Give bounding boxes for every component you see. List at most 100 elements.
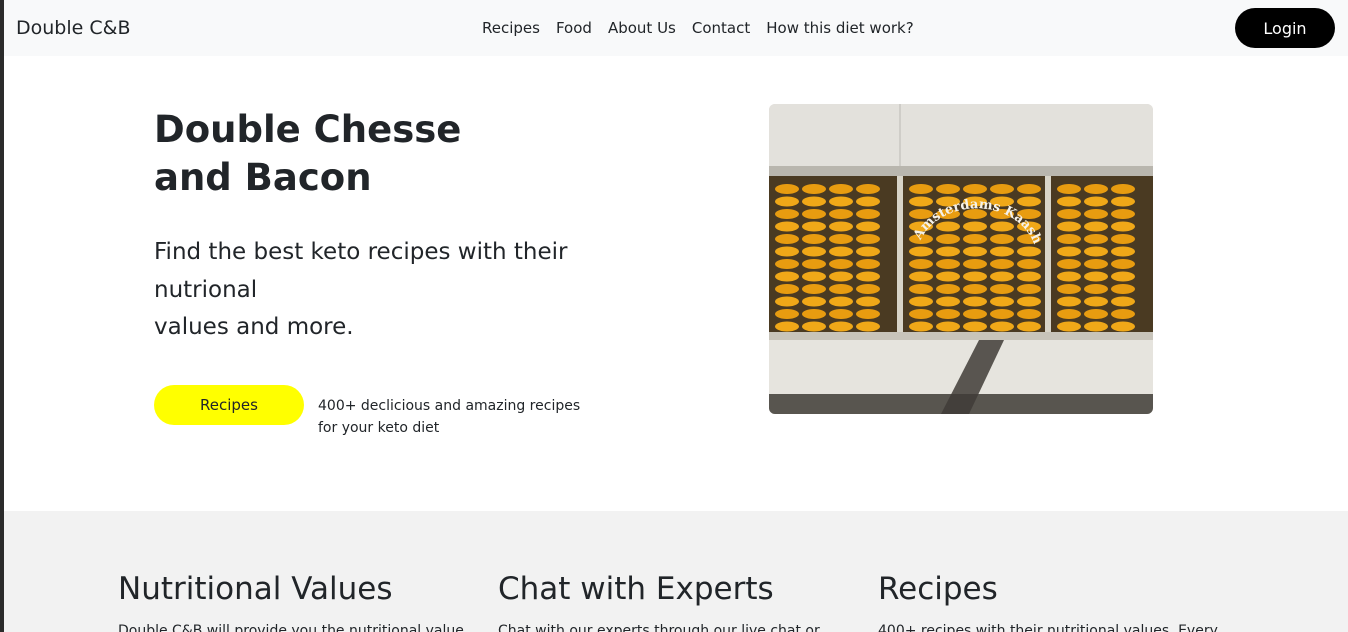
cheese-wheel — [856, 321, 880, 332]
nav-link-food[interactable]: Food — [556, 19, 592, 37]
cheese-wheel — [963, 284, 987, 294]
cheese-wheel — [775, 246, 799, 257]
cta-note-line-1: 400+ declicious and amazing recipes — [318, 398, 581, 414]
cheese-wheel — [1057, 209, 1081, 219]
cheese-wheel — [856, 296, 880, 307]
cta-note-line-2: for your keto diet — [318, 420, 440, 436]
feature-title: Recipes — [878, 571, 998, 607]
cheese-wheel — [1084, 209, 1108, 219]
cheese-wheel — [1057, 284, 1081, 294]
cheese-wheel — [802, 321, 826, 332]
cheese-wheel — [963, 271, 987, 282]
nav-link-contact[interactable]: Contact — [692, 19, 750, 37]
hero-subtitle-line-1: Find the best keto recipes with their — [154, 239, 568, 265]
feature-title: Chat with Experts — [498, 571, 774, 607]
hero-subtitle-line-2: nutrional — [154, 276, 258, 303]
cheese-wheel — [856, 309, 880, 319]
cheese-wheel — [802, 246, 826, 257]
cheese-wheel — [1017, 296, 1041, 307]
feature-text: 400+ recipes with their nutritional valu… — [878, 623, 1218, 632]
cheese-wheel — [1017, 321, 1041, 332]
cheese-wheel — [1084, 296, 1108, 307]
cheese-wheel — [909, 284, 933, 294]
cheese-wheel — [802, 259, 826, 269]
cheese-wheel — [1017, 259, 1041, 269]
cheese-wheel — [909, 196, 933, 207]
cheese-wheel — [802, 221, 826, 232]
cheese-wheel — [856, 271, 880, 282]
feature-text: Double C&B will provide you the nutritio… — [118, 623, 464, 632]
cheese-wheel — [856, 234, 880, 244]
cheese-wheel — [829, 284, 853, 294]
cheese-wheel — [990, 221, 1014, 232]
hero-subtitle: Find the best keto recipes with their nu… — [154, 234, 574, 347]
nav-links: Recipes Food About Us Contact How this d… — [482, 19, 914, 37]
cheese-wheel — [963, 321, 987, 332]
cheese-wheel — [909, 296, 933, 307]
hero-image-cheese-shop: Amsterdams Kaashuis — [769, 104, 1153, 414]
brand-logo[interactable]: Double C&B — [16, 17, 130, 39]
cheese-wheel — [802, 209, 826, 219]
cheese-wheel — [909, 259, 933, 269]
cheese-wheel — [936, 296, 960, 307]
cheese-wheel — [1111, 284, 1135, 294]
cheese-wheel — [1057, 259, 1081, 269]
cheese-wheel — [963, 184, 987, 194]
hero-subtitle-line-3: values and more. — [154, 314, 354, 340]
nav-link-about-us[interactable]: About Us — [608, 19, 676, 37]
cheese-wheel — [775, 259, 799, 269]
cheese-wheel — [963, 234, 987, 244]
cheese-wheel — [829, 184, 853, 194]
cheese-wheel — [1017, 196, 1041, 207]
cheese-wheel — [963, 296, 987, 307]
cheese-wheel — [775, 321, 799, 332]
cheese-wheel — [1057, 196, 1081, 207]
cheese-wheel — [775, 221, 799, 232]
cheese-wheel — [1057, 184, 1081, 194]
cheese-wheel — [856, 196, 880, 207]
cheese-wheel — [1057, 221, 1081, 232]
cheese-wheel — [963, 221, 987, 232]
nav-link-how-diet-works[interactable]: How this diet work? — [766, 19, 913, 37]
features-section: Nutritional Values Double C&B will provi… — [4, 511, 1348, 632]
cheese-wheel — [1084, 184, 1108, 194]
cheese-wheel — [802, 284, 826, 294]
cheese-wheel — [1111, 321, 1135, 332]
cheese-wheel — [936, 271, 960, 282]
cheese-wheel — [829, 321, 853, 332]
cheese-wheel — [936, 259, 960, 269]
cheese-wheel — [829, 309, 853, 319]
cheese-wheel — [1017, 309, 1041, 319]
cheese-wheel — [856, 284, 880, 294]
cheese-wheel — [1111, 259, 1135, 269]
recipes-cta-button[interactable]: Recipes — [154, 385, 304, 425]
cheese-wheel — [775, 309, 799, 319]
cheese-wheel — [909, 321, 933, 332]
cheese-wheel — [1057, 309, 1081, 319]
cheese-wheel — [775, 184, 799, 194]
login-button[interactable]: Login — [1235, 8, 1335, 48]
hero-title-line-2: and Bacon — [154, 156, 372, 199]
feature-nutritional-values: Nutritional Values Double C&B will provi… — [118, 569, 478, 632]
cheese-wheel — [1084, 259, 1108, 269]
cheese-wheel — [909, 184, 933, 194]
cheese-wheel — [829, 259, 853, 269]
cheese-wheel — [802, 184, 826, 194]
cheese-wheel — [802, 271, 826, 282]
cheese-wheel — [1111, 309, 1135, 319]
cta-note: 400+ declicious and amazing recipes for … — [318, 395, 618, 439]
cheese-wheel — [990, 296, 1014, 307]
cheese-wheel — [829, 221, 853, 232]
cheese-wheel — [775, 296, 799, 307]
cheese-wheel — [990, 259, 1014, 269]
cheese-wheel — [909, 309, 933, 319]
cheese-wheel — [1057, 321, 1081, 332]
cheese-wheel — [802, 296, 826, 307]
cheese-wheel — [1057, 296, 1081, 307]
cheese-wheel — [829, 209, 853, 219]
cheese-wheel — [1111, 221, 1135, 232]
nav-link-recipes[interactable]: Recipes — [482, 19, 540, 37]
cheese-wheel — [856, 246, 880, 257]
cheese-wheel — [829, 234, 853, 244]
cheese-wheel — [775, 209, 799, 219]
